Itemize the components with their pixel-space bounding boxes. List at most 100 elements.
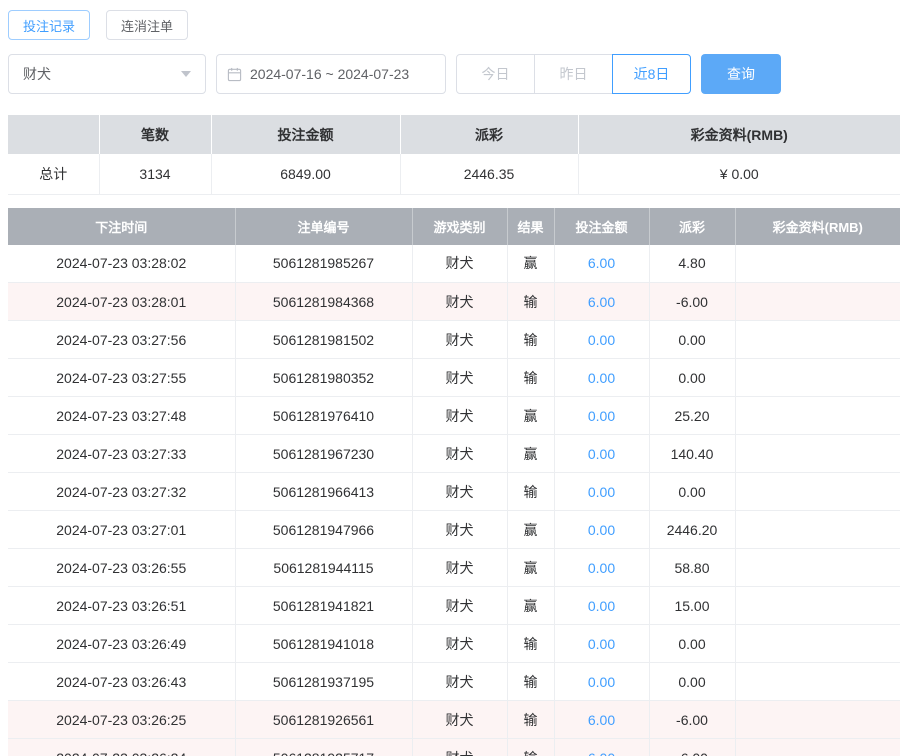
table-row: 2024-07-23 03:27:01 5061281947966 财犬 赢 0… xyxy=(8,511,900,549)
cell-bonus xyxy=(735,587,900,625)
summary-total-count: 3134 xyxy=(99,154,211,194)
bet-amount-link[interactable]: 6.00 xyxy=(588,255,615,271)
cell-order-id: 5061281980352 xyxy=(235,359,412,397)
cell-bonus xyxy=(735,283,900,321)
cell-payout: -6.00 xyxy=(649,283,735,321)
cell-game: 财犬 xyxy=(412,283,507,321)
table-row: 2024-07-23 03:26:25 5061281926561 财犬 输 6… xyxy=(8,701,900,739)
table-row: 2024-07-23 03:26:24 5061281925717 财犬 输 6… xyxy=(8,739,900,756)
bet-amount-link[interactable]: 0.00 xyxy=(588,446,615,462)
cell-result: 赢 xyxy=(507,435,554,473)
chevron-down-icon xyxy=(181,71,191,77)
cell-bonus xyxy=(735,549,900,587)
cell-time: 2024-07-23 03:26:43 xyxy=(8,663,235,701)
cell-bonus xyxy=(735,245,900,283)
header-payout: 派彩 xyxy=(649,208,735,245)
cell-bet: 0.00 xyxy=(554,473,649,511)
cell-bonus xyxy=(735,511,900,549)
cell-order-id: 5061281981502 xyxy=(235,321,412,359)
cell-time: 2024-07-23 03:27:48 xyxy=(8,397,235,435)
summary-total-bonus: ¥ 0.00 xyxy=(578,154,900,194)
cell-payout: 0.00 xyxy=(649,625,735,663)
cell-result: 输 xyxy=(507,625,554,663)
cell-payout: 2446.20 xyxy=(649,511,735,549)
bet-amount-link[interactable]: 0.00 xyxy=(588,522,615,538)
bet-amount-link[interactable]: 0.00 xyxy=(588,598,615,614)
last-8-days-button[interactable]: 近8日 xyxy=(612,54,691,94)
cell-payout: 0.00 xyxy=(649,473,735,511)
summary-total-label: 总计 xyxy=(8,154,99,194)
bet-amount-link[interactable]: 6.00 xyxy=(588,750,615,756)
cell-payout: 140.40 xyxy=(649,435,735,473)
table-row: 2024-07-23 03:27:48 5061281976410 财犬 赢 0… xyxy=(8,397,900,435)
today-button[interactable]: 今日 xyxy=(456,54,535,94)
cell-time: 2024-07-23 03:27:01 xyxy=(8,511,235,549)
bet-amount-link[interactable]: 0.00 xyxy=(588,484,615,500)
cell-time: 2024-07-23 03:27:55 xyxy=(8,359,235,397)
summary-table: 笔数 投注金额 派彩 彩金资料(RMB) 总计 3134 6849.00 244… xyxy=(8,115,900,195)
bet-amount-link[interactable]: 0.00 xyxy=(588,636,615,652)
game-select[interactable]: 财犬 xyxy=(8,54,206,94)
cell-game: 财犬 xyxy=(412,321,507,359)
cell-game: 财犬 xyxy=(412,435,507,473)
summary-total-payout: 2446.35 xyxy=(400,154,578,194)
cell-order-id: 5061281925717 xyxy=(235,739,412,756)
cell-payout: 15.00 xyxy=(649,587,735,625)
record-tabs: 投注记录 连消注单 xyxy=(8,10,900,40)
cell-bet: 0.00 xyxy=(554,511,649,549)
cell-game: 财犬 xyxy=(412,587,507,625)
bet-amount-link[interactable]: 0.00 xyxy=(588,674,615,690)
cell-game: 财犬 xyxy=(412,397,507,435)
cell-payout: 0.00 xyxy=(649,321,735,359)
table-row: 2024-07-23 03:26:55 5061281944115 财犬 赢 0… xyxy=(8,549,900,587)
date-range-picker[interactable]: 2024-07-16 ~ 2024-07-23 xyxy=(216,54,446,94)
cell-result: 输 xyxy=(507,663,554,701)
cell-bonus xyxy=(735,625,900,663)
summary-total-row: 总计 3134 6849.00 2446.35 ¥ 0.00 xyxy=(8,154,900,194)
cell-time: 2024-07-23 03:26:25 xyxy=(8,701,235,739)
cell-time: 2024-07-23 03:26:49 xyxy=(8,625,235,663)
bet-amount-link[interactable]: 0.00 xyxy=(588,560,615,576)
cell-time: 2024-07-23 03:27:32 xyxy=(8,473,235,511)
cell-time: 2024-07-23 03:26:55 xyxy=(8,549,235,587)
cell-order-id: 5061281947966 xyxy=(235,511,412,549)
cell-bet: 0.00 xyxy=(554,397,649,435)
summary-header-bonus: 彩金资料(RMB) xyxy=(578,115,900,154)
cell-bonus xyxy=(735,701,900,739)
table-row: 2024-07-23 03:26:51 5061281941821 财犬 赢 0… xyxy=(8,587,900,625)
calendar-icon xyxy=(227,67,242,82)
cell-bet: 6.00 xyxy=(554,701,649,739)
cell-bet: 6.00 xyxy=(554,739,649,756)
bet-amount-link[interactable]: 0.00 xyxy=(588,408,615,424)
cell-time: 2024-07-23 03:28:01 xyxy=(8,283,235,321)
cell-game: 财犬 xyxy=(412,473,507,511)
bet-amount-link[interactable]: 0.00 xyxy=(588,370,615,386)
cell-game: 财犬 xyxy=(412,549,507,587)
cell-result: 赢 xyxy=(507,549,554,587)
bet-table-header-row: 下注时间 注单编号 游戏类别 结果 投注金额 派彩 彩金资料(RMB) xyxy=(8,208,900,245)
cell-result: 赢 xyxy=(507,245,554,283)
cell-payout: 25.20 xyxy=(649,397,735,435)
header-bet-time: 下注时间 xyxy=(8,208,235,245)
table-row: 2024-07-23 03:27:32 5061281966413 财犬 输 0… xyxy=(8,473,900,511)
cell-game: 财犬 xyxy=(412,359,507,397)
cell-time: 2024-07-23 03:27:33 xyxy=(8,435,235,473)
date-range-value: 2024-07-16 ~ 2024-07-23 xyxy=(250,66,409,82)
bet-amount-link[interactable]: 6.00 xyxy=(588,712,615,728)
game-select-value: 财犬 xyxy=(23,64,51,84)
tab-bet-records[interactable]: 投注记录 xyxy=(8,10,90,40)
tab-cancelled-orders[interactable]: 连消注单 xyxy=(106,10,188,40)
header-bonus: 彩金资料(RMB) xyxy=(735,208,900,245)
cell-bet: 0.00 xyxy=(554,663,649,701)
cell-bet: 6.00 xyxy=(554,245,649,283)
bet-amount-link[interactable]: 6.00 xyxy=(588,294,615,310)
table-row: 2024-07-23 03:28:02 5061281985267 财犬 赢 6… xyxy=(8,245,900,283)
table-row: 2024-07-23 03:27:33 5061281967230 财犬 赢 0… xyxy=(8,435,900,473)
cell-bet: 0.00 xyxy=(554,587,649,625)
cell-game: 财犬 xyxy=(412,663,507,701)
bet-amount-link[interactable]: 0.00 xyxy=(588,332,615,348)
query-button[interactable]: 查询 xyxy=(701,54,781,94)
cell-bonus xyxy=(735,435,900,473)
cell-bet: 0.00 xyxy=(554,625,649,663)
yesterday-button[interactable]: 昨日 xyxy=(534,54,613,94)
